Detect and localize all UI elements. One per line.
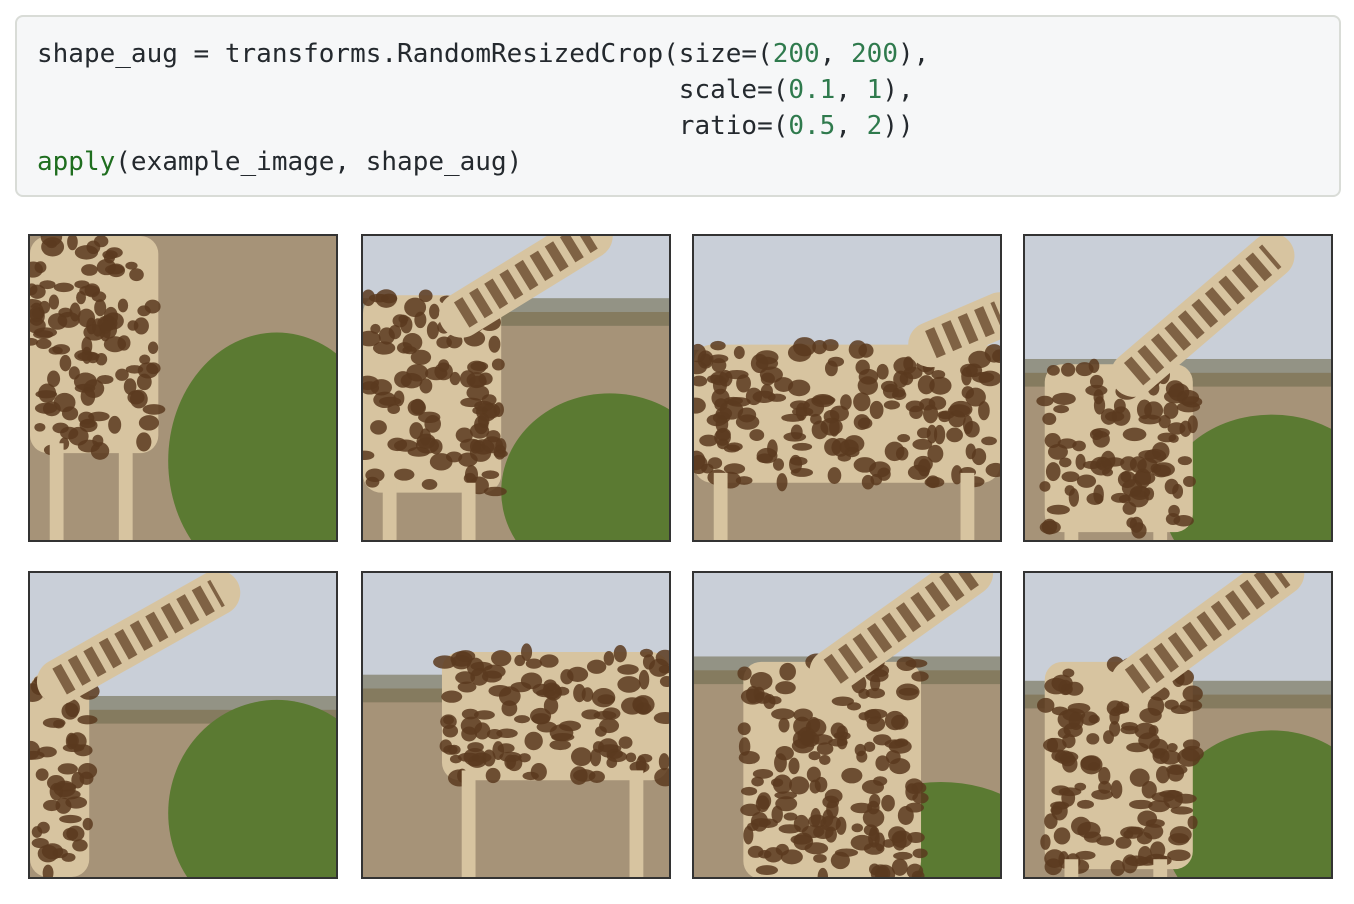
- code-token: scale=(: [678, 75, 789, 105]
- code-token: ),: [897, 39, 930, 69]
- giraffe-photo: [30, 573, 336, 877]
- giraffe-photo: [30, 236, 336, 540]
- code-number: 0.5: [788, 111, 836, 141]
- giraffe-photo: [694, 236, 1000, 540]
- code-number: 0.1: [788, 75, 836, 105]
- code-token: shape_aug: [37, 39, 178, 69]
- code-number: 200: [772, 39, 820, 69]
- code-block: shape_aug = transforms.RandomResizedCrop…: [37, 36, 929, 180]
- code-token: ),: [882, 75, 914, 105]
- augmented-image: [361, 571, 671, 879]
- code-line-4: apply(example_image, shape_aug): [37, 144, 929, 180]
- augmented-image: [1023, 234, 1333, 542]
- augmented-image: [361, 234, 671, 542]
- augmented-image: [692, 571, 1002, 879]
- giraffe-photo: [694, 573, 1000, 877]
- code-token: transforms.RandomResizedCrop(size=(: [224, 39, 773, 69]
- code-token: ,: [835, 111, 867, 141]
- code-token: ,: [835, 75, 867, 105]
- code-number: 1: [866, 75, 883, 105]
- code-function: apply: [37, 147, 116, 177]
- code-number: 2: [866, 111, 883, 141]
- code-token: ratio=(: [678, 111, 789, 141]
- code-line-2: scale=(0.1, 1),: [37, 72, 929, 108]
- giraffe-photo: [363, 573, 669, 877]
- page: shape_aug = transforms.RandomResizedCrop…: [0, 0, 1354, 904]
- giraffe-photo: [363, 236, 669, 540]
- augmented-image: [1023, 571, 1333, 879]
- giraffe-photo: [1025, 573, 1331, 877]
- code-token: =: [177, 39, 225, 69]
- code-token: )): [882, 111, 914, 141]
- code-number: 200: [851, 39, 898, 69]
- augmented-image: [692, 234, 1002, 542]
- code-token: ,: [819, 39, 852, 69]
- code-line-1: shape_aug = transforms.RandomResizedCrop…: [37, 36, 929, 72]
- code-cell[interactable]: shape_aug = transforms.RandomResizedCrop…: [15, 15, 1341, 197]
- code-line-3: ratio=(0.5, 2)): [37, 108, 929, 144]
- augmented-image-grid: [28, 234, 1334, 882]
- augmented-image: [28, 234, 338, 542]
- code-token: (example_image, shape_aug): [115, 147, 523, 177]
- augmented-image: [28, 571, 338, 879]
- giraffe-photo: [1025, 236, 1331, 540]
